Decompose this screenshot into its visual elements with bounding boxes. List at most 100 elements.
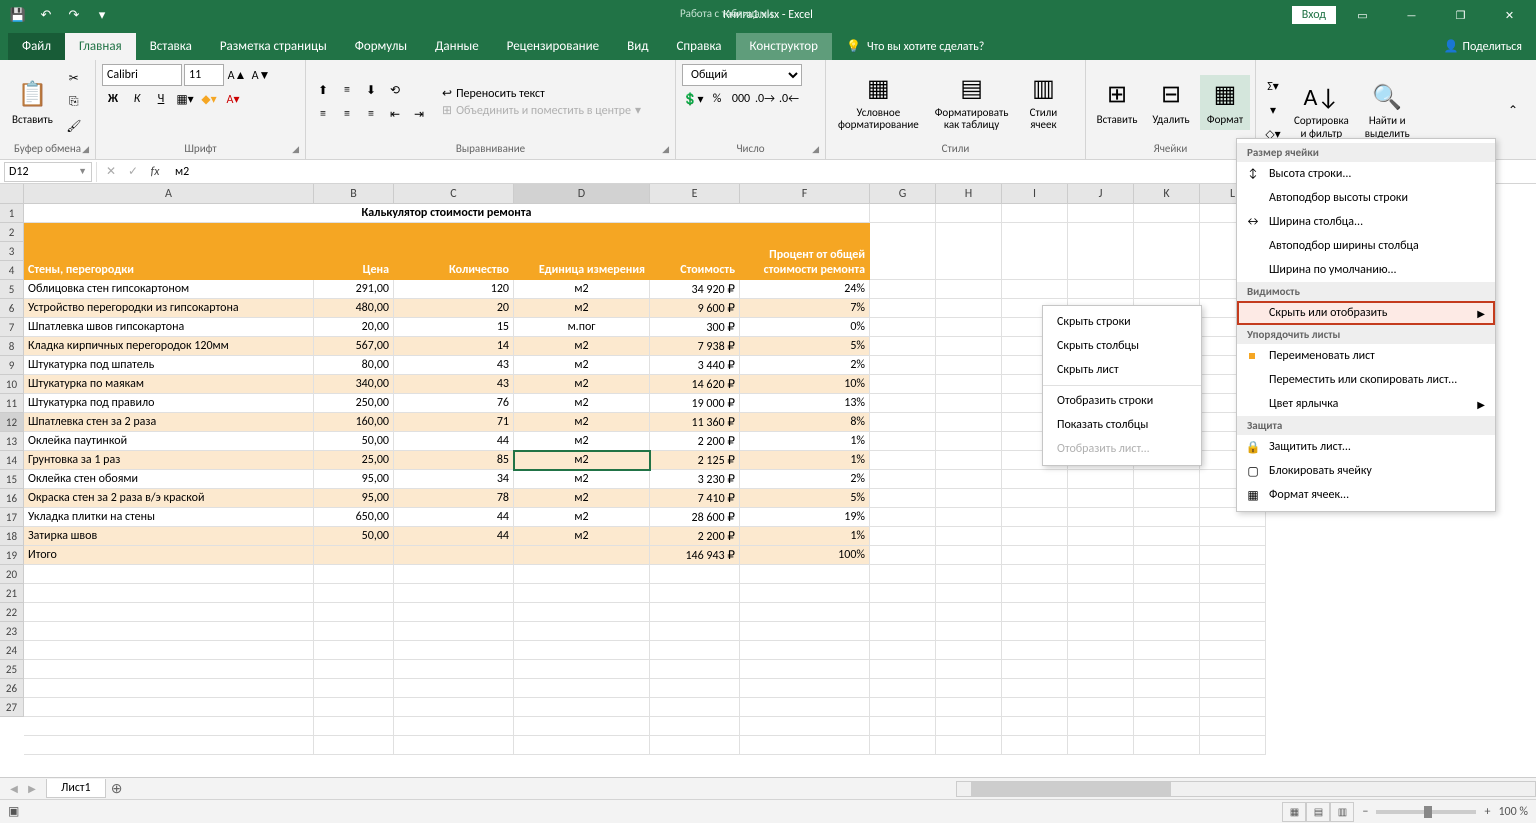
row-height-item[interactable]: ↕Высота строки... xyxy=(1237,162,1495,186)
cell[interactable] xyxy=(394,641,514,660)
cell[interactable] xyxy=(1200,679,1266,698)
table-cell[interactable]: 7% xyxy=(740,299,870,318)
table-cell[interactable]: м2 xyxy=(514,470,650,489)
cell[interactable] xyxy=(650,622,740,641)
cell[interactable] xyxy=(936,394,1002,413)
table-cell[interactable]: Шпатлевка стен за 2 раза xyxy=(24,413,314,432)
table-cell[interactable]: 9 600 ₽ xyxy=(650,299,740,318)
unhide-rows-item[interactable]: Отобразить строки xyxy=(1043,389,1201,413)
table-cell[interactable]: 480,00 xyxy=(314,299,394,318)
row-header[interactable]: 3 xyxy=(0,242,24,261)
table-cell[interactable]: 2 200 ₽ xyxy=(650,432,740,451)
cell[interactable] xyxy=(936,584,1002,603)
table-title-cell[interactable]: Калькулятор стоимости ремонта xyxy=(24,204,870,223)
cell[interactable] xyxy=(870,641,936,660)
table-cell[interactable]: 1% xyxy=(740,527,870,546)
cell[interactable] xyxy=(870,432,936,451)
cell[interactable] xyxy=(24,698,314,717)
cell[interactable] xyxy=(1200,660,1266,679)
cell[interactable] xyxy=(936,641,1002,660)
format-cells-button[interactable]: ▦Формат xyxy=(1200,75,1250,130)
row-header[interactable]: 6 xyxy=(0,299,24,318)
table-cell[interactable]: 50,00 xyxy=(314,527,394,546)
table-cell[interactable]: 5% xyxy=(740,337,870,356)
column-header[interactable]: K xyxy=(1134,184,1200,204)
page-layout-view-icon[interactable]: ▤ xyxy=(1306,802,1330,822)
table-total-cell[interactable]: Итого xyxy=(24,546,314,565)
cell[interactable] xyxy=(394,622,514,641)
increase-font-icon[interactable]: A▲ xyxy=(226,64,248,86)
cell[interactable] xyxy=(314,736,394,755)
cell[interactable] xyxy=(394,603,514,622)
cell[interactable] xyxy=(1068,679,1134,698)
cell[interactable] xyxy=(514,603,650,622)
cell[interactable] xyxy=(870,394,936,413)
cell[interactable] xyxy=(514,584,650,603)
table-cell[interactable]: 160,00 xyxy=(314,413,394,432)
zoom-in-icon[interactable]: + xyxy=(1484,805,1490,819)
cell[interactable] xyxy=(1200,736,1266,755)
name-box[interactable]: D12 ▼ xyxy=(4,162,92,182)
cell[interactable] xyxy=(936,717,1002,736)
cell[interactable] xyxy=(936,660,1002,679)
cell[interactable] xyxy=(1068,736,1134,755)
table-cell[interactable]: 2 125 ₽ xyxy=(650,451,740,470)
table-cell[interactable]: 85 xyxy=(394,451,514,470)
cell[interactable] xyxy=(1068,603,1134,622)
table-cell[interactable]: 0% xyxy=(740,318,870,337)
ribbon-display-icon[interactable]: ▭ xyxy=(1340,0,1385,30)
table-cell[interactable]: 25,00 xyxy=(314,451,394,470)
row-header[interactable]: 23 xyxy=(0,622,24,641)
table-header-cell[interactable]: Единица измерения xyxy=(514,223,650,280)
cell[interactable] xyxy=(870,565,936,584)
cell[interactable] xyxy=(936,698,1002,717)
table-cell[interactable]: м2 xyxy=(514,527,650,546)
table-cell[interactable]: м2 xyxy=(514,489,650,508)
table-cell[interactable]: Оклейка стен обоями xyxy=(24,470,314,489)
table-cell[interactable]: Штукатурка по маякам xyxy=(24,375,314,394)
cell[interactable] xyxy=(1200,565,1266,584)
table-header-cell[interactable]: Процент от общей стоимости ремонта xyxy=(740,223,870,280)
table-cell[interactable]: 50,00 xyxy=(314,432,394,451)
row-header[interactable]: 15 xyxy=(0,470,24,489)
tab-insert[interactable]: Вставка xyxy=(136,33,206,60)
table-cell[interactable]: 13% xyxy=(740,394,870,413)
undo-icon[interactable]: ↶ xyxy=(36,5,56,25)
tab-view[interactable]: Вид xyxy=(613,33,662,60)
cell[interactable] xyxy=(1134,565,1200,584)
hide-sheet-item[interactable]: Скрыть лист xyxy=(1043,358,1201,382)
tab-formulas[interactable]: Формулы xyxy=(341,33,421,60)
table-cell[interactable]: 95,00 xyxy=(314,470,394,489)
table-cell[interactable]: Штукатурка под правило xyxy=(24,394,314,413)
cell[interactable] xyxy=(740,641,870,660)
row-header[interactable]: 2 xyxy=(0,223,24,242)
table-cell[interactable]: 44 xyxy=(394,508,514,527)
cell[interactable] xyxy=(1200,698,1266,717)
row-header[interactable]: 18 xyxy=(0,527,24,546)
cell[interactable] xyxy=(1200,622,1266,641)
table-cell[interactable]: Облицовка стен гипсокартоном xyxy=(24,280,314,299)
cell[interactable] xyxy=(1068,508,1134,527)
table-cell[interactable]: 340,00 xyxy=(314,375,394,394)
tab-color-item[interactable]: Цвет ярлычка▶ xyxy=(1237,392,1495,416)
table-cell[interactable]: 78 xyxy=(394,489,514,508)
cell[interactable] xyxy=(1002,698,1068,717)
percent-format-icon[interactable]: % xyxy=(706,88,728,110)
cell[interactable] xyxy=(1068,698,1134,717)
table-cell[interactable]: 7 938 ₽ xyxy=(650,337,740,356)
row-header[interactable]: 13 xyxy=(0,432,24,451)
cell[interactable] xyxy=(1068,584,1134,603)
cell[interactable] xyxy=(1200,717,1266,736)
cell[interactable] xyxy=(24,679,314,698)
cell[interactable] xyxy=(1200,546,1266,565)
cell[interactable] xyxy=(1068,641,1134,660)
cell[interactable] xyxy=(1068,470,1134,489)
cell[interactable] xyxy=(1002,622,1068,641)
cell[interactable] xyxy=(314,660,394,679)
cell[interactable] xyxy=(1068,280,1134,299)
table-cell[interactable]: 44 xyxy=(394,527,514,546)
table-cell[interactable]: 43 xyxy=(394,375,514,394)
cell[interactable] xyxy=(1200,527,1266,546)
cell[interactable] xyxy=(936,622,1002,641)
align-left-icon[interactable]: ≡ xyxy=(312,103,334,125)
